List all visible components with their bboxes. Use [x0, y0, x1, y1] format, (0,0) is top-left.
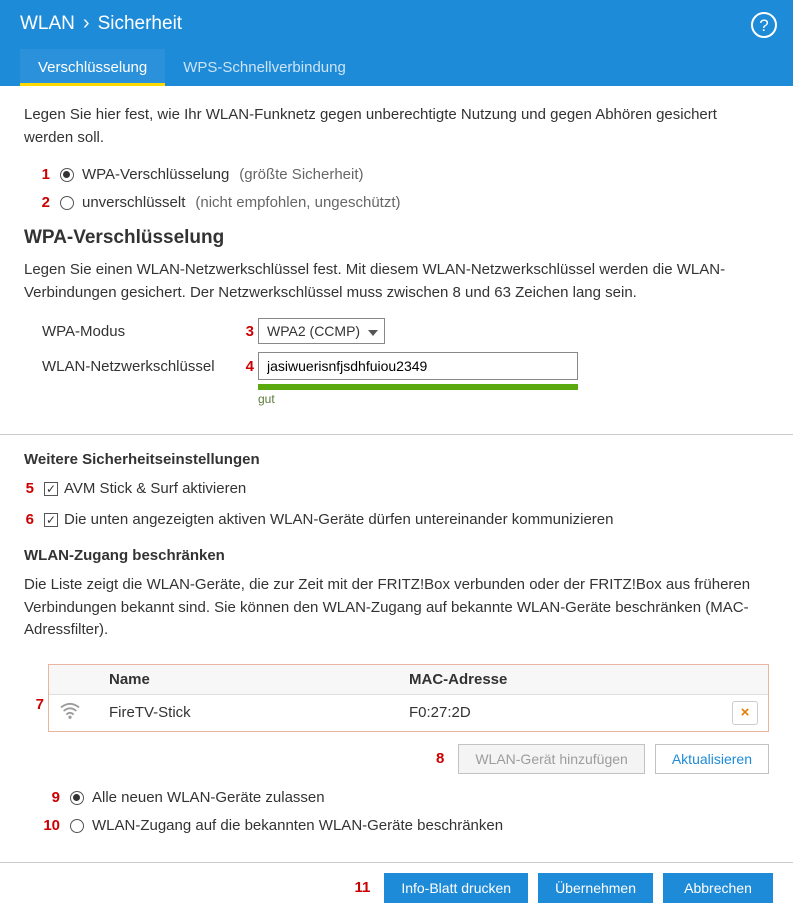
device-mac: F0:27:2D — [409, 704, 718, 721]
opt-allow-label: Alle neuen WLAN-Geräte zulassen — [92, 786, 325, 810]
annotation-8: 8 — [424, 750, 444, 767]
wpa-desc: Legen Sie einen WLAN-Netzwerkschlüssel f… — [24, 259, 769, 304]
annotation-7: 7 — [24, 696, 44, 713]
annotation-4: 4 — [234, 358, 254, 375]
col-mac: MAC-Adresse — [409, 671, 718, 688]
annotation-5: 5 — [14, 478, 34, 501]
cancel-button[interactable]: Abbrechen — [663, 873, 773, 903]
annotation-1: 1 — [30, 163, 50, 187]
chevron-right-icon: › — [83, 12, 90, 35]
more-heading: Weitere Sicherheitseinstellungen — [24, 451, 769, 468]
wpa-mode-label: WPA-Modus — [24, 323, 234, 340]
radio-restrict[interactable] — [70, 819, 84, 833]
annotation-9: 9 — [40, 786, 60, 810]
crumb-sicherheit: Sicherheit — [98, 13, 183, 35]
opt-wpa-label: WPA-Verschlüsselung — [82, 163, 229, 187]
annotation-11: 11 — [350, 879, 370, 896]
add-device-button[interactable]: WLAN-Gerät hinzufügen — [458, 744, 645, 774]
refresh-button[interactable]: Aktualisieren — [655, 744, 769, 774]
radio-unencrypted[interactable] — [60, 196, 74, 210]
radio-wpa[interactable] — [60, 168, 74, 182]
intro-text: Legen Sie hier fest, wie Ihr WLAN-Funkne… — [24, 104, 769, 149]
help-icon[interactable]: ? — [751, 12, 777, 38]
chk1-label: AVM Stick & Surf aktivieren — [64, 478, 246, 501]
strength-bar — [258, 384, 578, 390]
opt-unencrypted-label: unverschlüsselt — [82, 191, 185, 215]
col-name: Name — [109, 671, 409, 688]
wpa-key-input[interactable] — [259, 353, 577, 379]
annotation-2: 2 — [30, 191, 50, 215]
tabs: Verschlüsselung WPS-Schnellverbindung — [20, 49, 773, 86]
checkbox-communicate[interactable] — [44, 513, 58, 527]
checkbox-stick-surf[interactable] — [44, 482, 58, 496]
chk2-label: Die unten angezeigten aktiven WLAN-Gerät… — [64, 509, 613, 532]
apply-button[interactable]: Übernehmen — [538, 873, 653, 903]
wpa-key-label: WLAN-Netzwerkschlüssel — [24, 358, 234, 375]
divider — [0, 434, 793, 435]
print-button[interactable]: Info-Blatt drucken — [384, 873, 528, 903]
chevron-down-icon — [368, 323, 378, 339]
opt-restrict-label: WLAN-Zugang auf die bekannten WLAN-Gerät… — [92, 814, 503, 838]
restrict-heading: WLAN-Zugang beschränken — [24, 547, 769, 564]
crumb-wlan[interactable]: WLAN — [20, 13, 75, 35]
annotation-10: 10 — [40, 814, 60, 838]
wpa-mode-value: WPA2 (CCMP) — [267, 323, 360, 339]
wpa-mode-select[interactable]: WPA2 (CCMP) — [258, 318, 385, 344]
annotation-6: 6 — [14, 509, 34, 532]
device-name: FireTV-Stick — [109, 704, 409, 721]
delete-device-button[interactable]: × — [732, 701, 758, 725]
wifi-icon — [59, 702, 81, 724]
breadcrumb: WLAN › Sicherheit — [20, 12, 773, 35]
tab-verschluesselung[interactable]: Verschlüsselung — [20, 49, 165, 86]
restrict-desc: Die Liste zeigt die WLAN-Geräte, die zur… — [24, 574, 769, 642]
tab-wps[interactable]: WPS-Schnellverbindung — [165, 49, 364, 86]
opt-wpa-hint: (größte Sicherheit) — [239, 163, 363, 187]
table-row: FireTV-Stick F0:27:2D × — [49, 695, 768, 731]
strength-label: gut — [258, 392, 578, 406]
opt-unencrypted-hint: (nicht empfohlen, ungeschützt) — [195, 191, 400, 215]
radio-allow-all[interactable] — [70, 791, 84, 805]
annotation-3: 3 — [234, 323, 254, 340]
wpa-heading: WPA-Verschlüsselung — [24, 227, 769, 249]
